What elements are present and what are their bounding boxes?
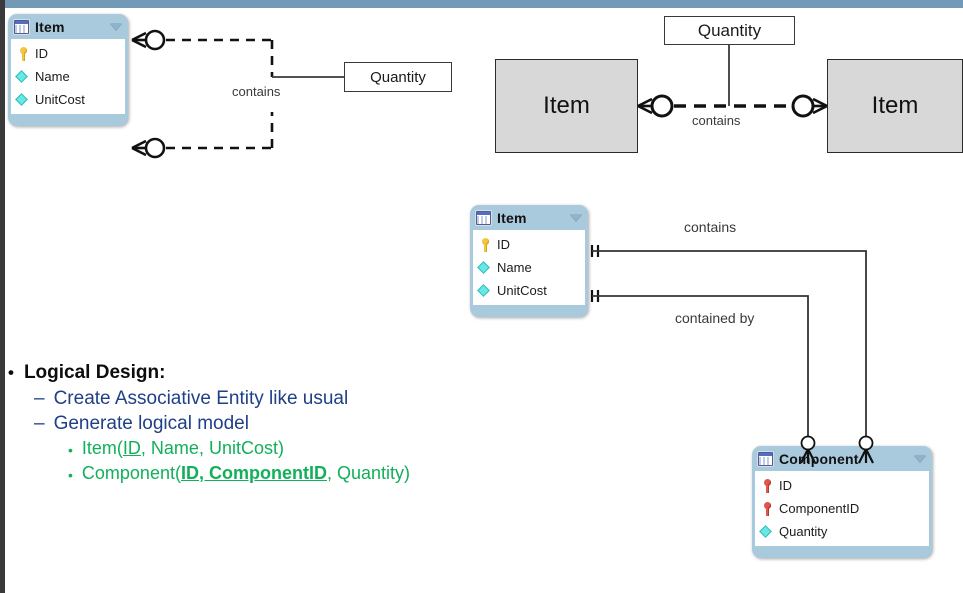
- chevron-down-icon[interactable]: [570, 214, 582, 221]
- entity-component-header[interactable]: Component: [752, 446, 932, 471]
- entity-item-left-attributes: ID Name UnitCost: [11, 39, 125, 114]
- attribute-row[interactable]: ID: [11, 42, 125, 65]
- bullet-level2-text: Create Associative Entity like usual: [53, 388, 349, 409]
- attribute-diamond-icon: [760, 525, 773, 539]
- attribute-label: ComponentID: [779, 501, 860, 516]
- primary-key-icon: [478, 237, 491, 252]
- bullet-level2-text: Generate logical model: [53, 413, 249, 434]
- bullet-marker: –: [34, 413, 45, 434]
- entity-item-left-title: Item: [35, 18, 65, 35]
- attribute-diamond-icon: [16, 93, 29, 107]
- attribute-diamond-icon: [478, 261, 491, 275]
- attribute-label: ID: [35, 46, 48, 61]
- table-icon: [758, 451, 773, 466]
- entity-item-logical[interactable]: Item ID Name UnitCost: [470, 205, 588, 317]
- attribute-label: UnitCost: [35, 92, 85, 107]
- attribute-row[interactable]: Name: [473, 256, 585, 279]
- bullet-level3: • Item(ID, Name, UnitCost): [68, 438, 628, 462]
- entity-item-logical-header[interactable]: Item: [470, 205, 588, 230]
- entity-item-left-header[interactable]: Item: [8, 14, 128, 39]
- attribute-row[interactable]: ComponentID: [755, 497, 929, 520]
- attribute-label: Name: [35, 69, 70, 84]
- entity-item-logical-title: Item: [497, 209, 527, 226]
- bullet-level2: – Create Associative Entity like usual: [34, 388, 628, 410]
- entity-component-title: Component: [779, 450, 859, 467]
- bullet-level3: • Component(ID, ComponentID, Quantity): [68, 463, 628, 487]
- foreign-key-icon: [760, 501, 773, 516]
- foreign-key-icon: [760, 478, 773, 493]
- attribute-row[interactable]: Quantity: [755, 520, 929, 543]
- table-icon: [476, 210, 491, 225]
- schema-prefix: Component(: [81, 463, 181, 483]
- schema-prefix: Item(: [81, 438, 123, 458]
- schema-rest: , Quantity): [326, 463, 410, 483]
- entity-item-logical-footer: [470, 305, 588, 317]
- entity-item-middle-right[interactable]: Item: [827, 59, 963, 153]
- relationship-label-contains-left: contains: [232, 84, 281, 99]
- bullet-marker: –: [34, 388, 45, 409]
- attribute-label: Quantity: [779, 524, 828, 539]
- connector-contains-top-left: [130, 29, 274, 77]
- relationship-label-contained-by-logical: contained by: [675, 310, 755, 326]
- relationship-label-contains-middle: contains: [692, 113, 741, 128]
- attribute-box-quantity-middle[interactable]: Quantity: [664, 16, 795, 45]
- attribute-label: ID: [779, 478, 792, 493]
- schema-line-component: Component(ID, ComponentID, Quantity): [82, 463, 410, 484]
- bullet-level2: – Generate logical model: [34, 413, 628, 435]
- entity-component-logical[interactable]: Component ID ComponentID Quantity: [752, 446, 932, 558]
- chevron-down-icon[interactable]: [914, 455, 926, 462]
- bullet-marker: •: [68, 467, 73, 483]
- attribute-label: Name: [497, 260, 532, 275]
- slide-top-accent-bar: [0, 0, 963, 8]
- schema-rest: , Name, UnitCost): [140, 438, 284, 458]
- entity-item-left-footer: [8, 114, 128, 126]
- bullet-marker: •: [68, 442, 73, 458]
- schema-key: ID: [122, 438, 141, 458]
- bullet-level1-text: Logical Design:: [23, 362, 166, 383]
- slide-canvas: Item ID Name UnitCost contains Quantity …: [0, 0, 963, 593]
- attribute-row[interactable]: Name: [11, 65, 125, 88]
- chevron-down-icon[interactable]: [110, 23, 122, 30]
- attribute-row[interactable]: ID: [755, 474, 929, 497]
- attribute-label: UnitCost: [497, 283, 547, 298]
- attribute-diamond-icon: [16, 70, 29, 84]
- attribute-row[interactable]: ID: [473, 233, 585, 256]
- primary-key-icon: [16, 46, 29, 61]
- connector-contains-bottom-left: [130, 112, 274, 159]
- attribute-label: ID: [497, 237, 510, 252]
- bullet-marker: •: [8, 363, 14, 382]
- relationship-label-contains-logical: contains: [684, 219, 737, 235]
- attribute-diamond-icon: [478, 284, 491, 298]
- entity-item-left[interactable]: Item ID Name UnitCost: [8, 14, 128, 126]
- attribute-row[interactable]: UnitCost: [473, 279, 585, 302]
- connector-contains-logical: [590, 245, 875, 465]
- entity-component-attributes: ID ComponentID Quantity: [755, 471, 929, 546]
- entity-component-footer: [752, 546, 932, 558]
- attribute-box-quantity-left[interactable]: Quantity: [344, 62, 452, 92]
- bullet-level1: • Logical Design:: [8, 362, 628, 384]
- entity-item-logical-attributes: ID Name UnitCost: [473, 230, 585, 305]
- schema-line-item: Item(ID, Name, UnitCost): [82, 438, 284, 459]
- bullet-list: • Logical Design: – Create Associative E…: [8, 362, 628, 488]
- attribute-row[interactable]: UnitCost: [11, 88, 125, 111]
- schema-key: ID, ComponentID: [180, 463, 327, 483]
- table-icon: [14, 19, 29, 34]
- entity-item-middle-left[interactable]: Item: [495, 59, 638, 153]
